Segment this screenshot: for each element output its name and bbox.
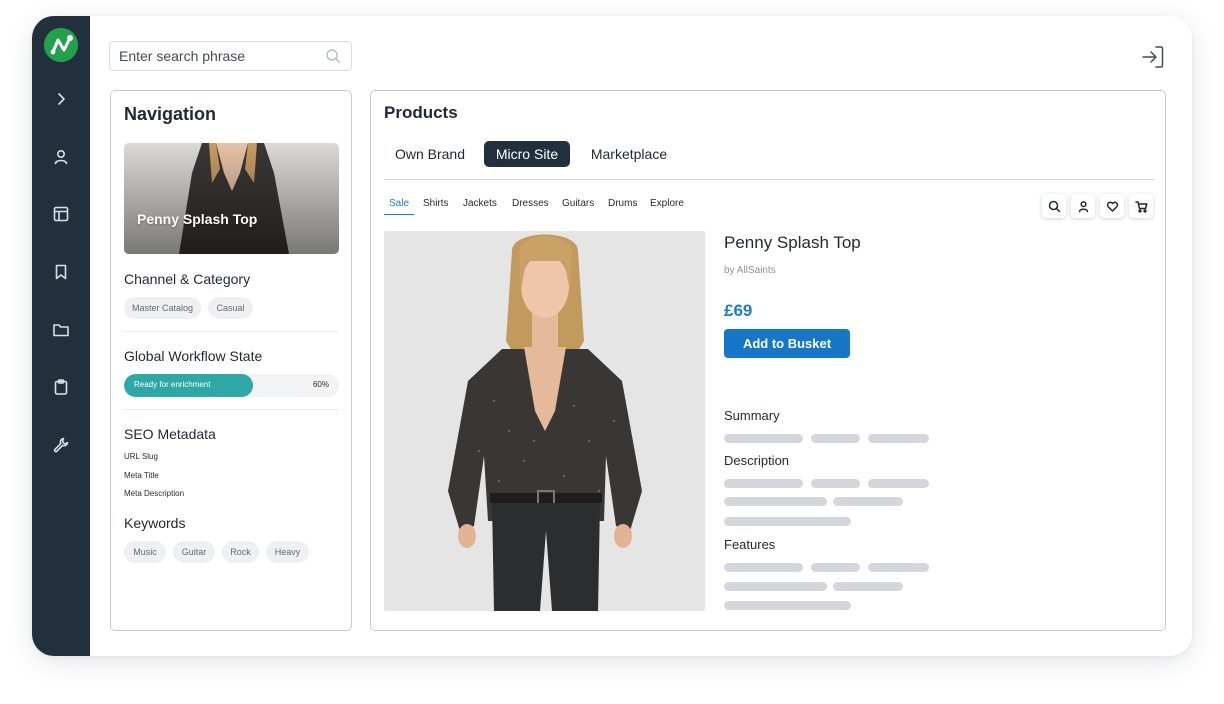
navigation-panel: Navigation Penny Splash Top Channel & Ca…: [110, 90, 352, 631]
subnav-dresses[interactable]: Dresses: [512, 198, 549, 209]
sidebar-item-users[interactable]: [49, 145, 73, 169]
sidebar-item-bookmarks[interactable]: [49, 260, 73, 284]
cart-icon: [1134, 200, 1148, 213]
tab-own-brand[interactable]: Own Brand: [384, 141, 476, 167]
add-to-basket-button[interactable]: Add to Busket: [724, 329, 850, 358]
description-heading: Description: [724, 453, 790, 468]
chevron-right-icon: [58, 93, 65, 105]
user-icon: [1078, 200, 1088, 212]
skeleton-line: [868, 563, 929, 572]
skeleton-line: [833, 497, 903, 506]
shop-cart-button[interactable]: [1129, 194, 1153, 218]
product-image[interactable]: [384, 231, 705, 611]
product-brand: by AllSaints: [724, 265, 776, 276]
products-panel: Products Own Brand Micro Site Marketplac…: [370, 90, 1166, 631]
products-title: Products: [384, 103, 458, 122]
chip-master-catalog[interactable]: Master Catalog: [124, 297, 201, 319]
product-name: Penny Splash Top: [724, 233, 861, 252]
keyword-chip[interactable]: Heavy: [266, 541, 309, 563]
skeleton-line: [811, 563, 860, 572]
sidebar-item-tasks[interactable]: [49, 375, 73, 399]
skeleton-line: [868, 434, 929, 443]
shop-wishlist-button[interactable]: [1100, 194, 1124, 218]
divider: [124, 409, 339, 410]
sidebar-item-layout[interactable]: [49, 202, 73, 226]
thumbnail-title: Penny Splash Top: [137, 211, 258, 227]
sidebar-item-settings[interactable]: [49, 433, 73, 457]
skeleton-line: [811, 479, 860, 488]
skeleton-line: [868, 479, 929, 488]
workflow-progress-bar: Ready for enrichment 60%: [124, 374, 339, 397]
seo-url-slug[interactable]: URL Slug: [124, 452, 158, 461]
subnav-jackets[interactable]: Jackets: [463, 198, 497, 209]
skeleton-line: [724, 582, 827, 591]
workflow-state-label: Global Workflow State: [124, 348, 263, 364]
user-icon: [54, 149, 68, 165]
subnav-explore[interactable]: Explore: [650, 198, 684, 209]
chip-casual[interactable]: Casual: [208, 297, 253, 319]
tabs-divider: [384, 179, 1154, 180]
search-box: [109, 41, 352, 71]
bookmark-icon: [55, 264, 67, 280]
logout-icon: [1142, 46, 1164, 68]
subnav-drums[interactable]: Drums: [608, 198, 637, 209]
skeleton-line: [724, 601, 851, 610]
sidebar: [32, 16, 90, 656]
navigation-title: Navigation: [124, 104, 217, 124]
clipboard-icon: [54, 379, 68, 395]
subnav-active-indicator: [384, 214, 414, 215]
subnav-guitars[interactable]: Guitars: [562, 198, 594, 209]
product-price: £69: [724, 301, 753, 320]
layout-icon: [53, 206, 69, 222]
product-thumbnail-image: [124, 143, 339, 254]
app-window: Navigation Penny Splash Top Channel & Ca…: [32, 16, 1192, 656]
summary-heading: Summary: [724, 408, 780, 423]
skeleton-line: [811, 434, 860, 443]
keyword-chip[interactable]: Guitar: [173, 541, 215, 563]
skeleton-line: [833, 582, 903, 591]
seo-metadata-label: SEO Metadata: [124, 426, 216, 442]
logo-graph-icon: [44, 28, 78, 62]
workflow-percent: 60%: [312, 380, 329, 389]
search-icon[interactable]: [325, 48, 341, 64]
expand-sidebar-button[interactable]: [49, 87, 73, 111]
workflow-status-text: Ready for enrichment: [134, 380, 211, 389]
logout-button[interactable]: [1140, 44, 1166, 70]
folder-icon: [53, 324, 69, 337]
heart-icon: [1106, 201, 1118, 212]
keyword-chip[interactable]: Rock: [222, 541, 259, 563]
skeleton-line: [724, 434, 803, 443]
sidebar-item-folders[interactable]: [49, 318, 73, 342]
skeleton-line: [724, 479, 803, 488]
skeleton-line: [724, 563, 803, 572]
product-photo: [384, 231, 705, 611]
subnav-sale[interactable]: Sale: [389, 198, 409, 209]
tab-marketplace[interactable]: Marketplace: [579, 141, 679, 167]
keyword-chip[interactable]: Music: [124, 541, 166, 563]
tab-micro-site[interactable]: Micro Site: [484, 141, 570, 167]
search-icon: [1048, 200, 1060, 212]
seo-meta-description[interactable]: Meta Description: [124, 489, 184, 498]
skeleton-line: [724, 517, 851, 526]
seo-meta-title[interactable]: Meta Title: [124, 471, 159, 480]
subnav-shirts[interactable]: Shirts: [423, 198, 449, 209]
wrench-icon: [53, 437, 69, 453]
shop-account-button[interactable]: [1071, 194, 1095, 218]
keywords-label: Keywords: [124, 515, 186, 531]
features-heading: Features: [724, 537, 776, 552]
brand-logo[interactable]: [44, 28, 78, 62]
search-input[interactable]: [110, 42, 320, 70]
product-thumbnail[interactable]: Penny Splash Top: [124, 143, 339, 254]
shop-search-button[interactable]: [1042, 194, 1066, 218]
divider: [124, 331, 339, 332]
channel-category-label: Channel & Category: [124, 271, 251, 287]
skeleton-line: [724, 497, 827, 506]
